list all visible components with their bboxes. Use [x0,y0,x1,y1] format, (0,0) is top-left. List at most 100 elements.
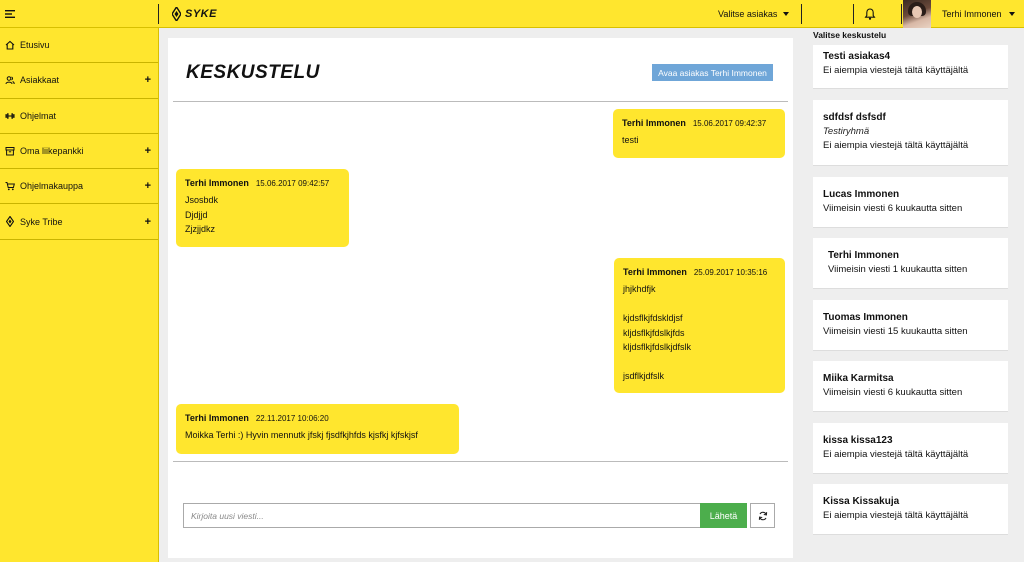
expand-plus-icon[interactable]: + [145,216,151,228]
conversation-name: Tuomas Immonen [823,312,908,323]
hamburger-icon [5,10,15,18]
sidebar-item-syke-tribe[interactable]: Syke Tribe + [0,204,158,240]
customer-select[interactable]: Valitse asiakas [718,0,800,28]
message-line: kljdsflkjfdslkjdfslk [623,342,692,352]
conversation-name: kissa kissa123 [823,435,893,446]
sidebar-item-etusivu[interactable]: Etusivu [0,28,158,64]
send-button[interactable]: Lähetä [700,503,747,528]
expand-plus-icon[interactable]: + [145,74,151,86]
sidebar-item-ohjelmakauppa[interactable]: Ohjelmakauppa + [0,169,158,205]
chat-panel: KESKUSTELU Avaa asiakas Terhi Immonen Te… [168,38,793,558]
user-name: Terhi Immonen [942,9,1002,19]
expand-plus-icon[interactable]: + [145,145,151,157]
expand-plus-icon[interactable]: + [145,180,151,192]
syke-logo-icon [172,7,181,21]
conversation-name: sdfdsf dsfsdf [823,112,886,123]
page-title: KESKUSTELU [186,62,320,83]
sidebar-item-asiakkaat[interactable]: Asiakkaat + [0,63,158,99]
conversation-item[interactable]: kissa kissa123 Ei aiempia viestejä tältä… [813,423,1008,474]
customer-select-label: Valitse asiakas [718,9,778,19]
message-line: Zjzjjdkz [185,224,216,234]
top-bar: SYKE Valitse asiakas Terhi Immonen [0,0,1024,28]
archive-icon [5,146,15,156]
sidebar-item-label: Ohjelmakauppa [20,181,84,192]
message-time: 22.11.2017 10:06:20 [255,414,329,423]
conversation-meta: Viimeisin viesti 1 kuukautta sitten [828,264,968,275]
refresh-icon [758,511,767,520]
message-input-placeholder: Kirjoita uusi viesti... [191,510,264,521]
conversation-item[interactable]: Testi asiakas4 Ei aiempia viestejä tältä… [813,45,1008,89]
conversation-name: Miika Karmitsa [823,373,894,384]
user-menu[interactable]: Terhi Immonen [942,0,1015,28]
divider [901,4,902,24]
message-input[interactable]: Kirjoita uusi viesti... [183,503,701,528]
message-line: testi [622,135,639,145]
sidebar-item-label: Asiakkaat [20,75,60,86]
message-time: 25.09.2017 10:35:16 [693,268,768,277]
message-line: jhjkhdfjk [623,284,656,294]
tribe-icon [5,216,15,228]
conversation-meta: Ei aiempia viestejä tältä käyttäjältä [823,140,969,151]
conversation-meta: Viimeisin viesti 15 kuukautta sitten [823,326,968,337]
message-time: 15.06.2017 09:42:57 [255,179,330,188]
conversation-item[interactable]: sdfdsf dsfsdf Testiryhmä Ei aiempia vies… [813,100,1008,166]
conversation-name: Terhi Immonen [828,250,899,261]
avatar[interactable] [903,0,931,28]
conversation-meta: Ei aiempia viestejä tältä käyttäjältä [823,449,969,460]
conversation-group: Testiryhmä [823,126,870,137]
conversation-item[interactable]: Tuomas Immonen Viimeisin viesti 15 kuuka… [813,300,1008,351]
home-icon [5,40,15,50]
message-line [623,297,776,312]
conversation-item[interactable]: Lucas Immonen Viimeisin viesti 6 kuukaut… [813,177,1008,228]
message-line: Jsosbdk [185,195,219,205]
conversation-meta: Ei aiempia viestejä tältä käyttäjältä [823,65,969,76]
chat-message: Terhi Immonen 22.11.2017 10:06:20 Moikka… [176,404,459,454]
message-line: Djdjjd [185,209,208,220]
sidebar-item-ohjelmat[interactable]: Ohjelmat [0,99,158,134]
message-time: 15.06.2017 09:42:37 [692,119,767,128]
message-author: Terhi Immonen [185,178,249,188]
sidebar-item-label: Etusivu [20,40,50,51]
conversation-item-active[interactable]: Terhi Immonen Viimeisin viesti 1 kuukaut… [813,238,1008,289]
message-line: kljdsflkjfdslkjfds [623,327,685,338]
conversation-name: Kissa Kissakuja [823,496,900,507]
message-author: Terhi Immonen [622,118,686,128]
conversation-name: Lucas Immonen [823,189,900,200]
conversation-item[interactable]: Kissa Kissakuja Ei aiempia viestejä tält… [813,484,1008,535]
sidebar-item-label: Ohjelmat [20,110,57,121]
message-line: jsdflkjdfslk [623,371,665,381]
chevron-down-icon [783,12,790,16]
divider [173,101,788,102]
sidebar-item-oma-liikepankki[interactable]: Oma liikepankki + [0,134,158,170]
message-line: Moikka Terhi :) Hyvin mennutk jfskj fjsd… [185,430,418,440]
divider [801,4,802,24]
message-line: kjdsflkjfdskldjsf [623,313,683,323]
conversation-name: Testi asiakas4 [823,51,891,62]
syke-logo[interactable]: SYKE [172,6,217,22]
menu-toggle-button[interactable] [0,0,20,28]
divider [853,4,854,24]
chat-message: Terhi Immonen 25.09.2017 10:35:16 jhjkhd… [614,258,785,393]
divider [158,4,159,24]
dumbbell-icon [5,111,15,121]
sidebar-item-label: Oma liikepankki [20,146,84,157]
open-customer-button[interactable]: Avaa asiakas Terhi Immonen [652,64,773,81]
sidebar-item-label: Syke Tribe [20,216,63,227]
conversation-item[interactable]: Miika Karmitsa Viimeisin viesti 6 kuukau… [813,361,1008,412]
cart-icon [5,181,15,191]
bell-icon[interactable] [863,7,877,21]
users-icon [5,75,15,85]
chat-message: Terhi Immonen 15.06.2017 09:42:37 testi [613,109,785,158]
logo-text: SYKE [185,8,217,20]
message-author: Terhi Immonen [185,413,249,423]
conversation-meta: Viimeisin viesti 6 kuukautta sitten [823,203,963,214]
conversation-list-heading: Valitse keskustelu [813,30,887,40]
refresh-button[interactable] [750,503,775,528]
divider [173,461,788,462]
sidebar: Etusivu Asiakkaat + Ohjelmat Oma liikepa… [0,28,159,562]
conversation-meta: Viimeisin viesti 6 kuukautta sitten [823,387,963,398]
message-line [623,355,776,370]
chat-message: Terhi Immonen 15.06.2017 09:42:57 Jsosbd… [176,169,349,247]
message-author: Terhi Immonen [623,267,687,277]
conversation-meta: Ei aiempia viestejä tältä käyttäjältä [823,510,969,521]
